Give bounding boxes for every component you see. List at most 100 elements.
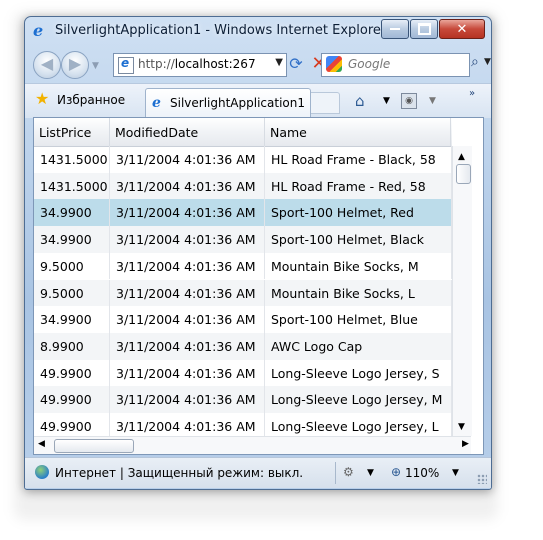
cell-modifieddate[interactable]: 3/11/2004 4:01:36 AM [110, 252, 265, 280]
address-dropdown-icon[interactable]: ▼ [275, 57, 283, 68]
resize-grip[interactable] [477, 474, 487, 484]
cell-name[interactable]: HL Road Frame - Red, 58 [265, 172, 452, 200]
data-grid[interactable]: ListPrice ModifiedDate Name 1431.5000 3/1… [34, 118, 452, 438]
tab-label: SilverlightApplication1 [170, 96, 305, 110]
table-row[interactable]: 9.5000 3/11/2004 4:01:36 AM Mountain Bike … [34, 279, 452, 307]
close-icon: ✕ [456, 21, 468, 37]
cell-listprice[interactable]: 34.9900 [34, 226, 110, 253]
search-dropdown-icon[interactable]: ▼ [484, 57, 491, 67]
cell-name[interactable]: Long-Sleeve Logo Jersey, S [265, 359, 452, 387]
table-row[interactable]: 49.9900 3/11/2004 4:01:36 AM Long-Sleeve L… [34, 359, 452, 387]
cell-name[interactable]: Mountain Bike Socks, L [265, 279, 452, 307]
cell-listprice[interactable]: 34.9900 [34, 306, 110, 333]
cell-modifieddate[interactable]: 3/11/2004 4:01:36 AM [110, 279, 265, 307]
table-row[interactable]: 34.9900 3/11/2004 4:01:36 AM Sport-100 Hel… [34, 226, 452, 253]
feeds-icon[interactable]: ◉ [401, 93, 417, 109]
minimize-button[interactable] [381, 19, 409, 39]
cell-name[interactable]: Sport-100 Helmet, Red [265, 199, 452, 227]
scroll-down-icon[interactable]: ▼ [458, 422, 465, 432]
status-separator [335, 462, 336, 484]
cell-modifieddate[interactable]: 3/11/2004 4:01:36 AM [110, 413, 265, 438]
address-text[interactable]: http://localhost:267 [138, 57, 256, 71]
cell-name[interactable]: Sport-100 Helmet, Blue [265, 306, 452, 333]
cell-modifieddate[interactable]: 3/11/2004 4:01:36 AM [110, 146, 265, 173]
forward-button[interactable]: ▶ [61, 51, 89, 79]
browser-window: e SilverlightApplication1 - Windows Inte… [24, 16, 492, 490]
security-dropdown-icon[interactable]: ▼ [367, 468, 374, 478]
table-row[interactable]: 9.5000 3/11/2004 4:01:36 AM Mountain Bike … [34, 252, 452, 280]
security-icon[interactable]: ⚙ [343, 465, 354, 479]
feeds-dropdown-icon[interactable]: ▼ [429, 96, 436, 106]
history-dropdown-icon[interactable]: ▼ [92, 61, 99, 71]
cell-modifieddate[interactable]: 3/11/2004 4:01:36 AM [110, 332, 265, 360]
back-button[interactable]: ◀ [33, 51, 61, 79]
home-icon[interactable]: ⌂ [355, 92, 365, 110]
zoom-level[interactable]: 110% [405, 466, 439, 480]
table-row[interactable]: 34.9900 3/11/2004 4:01:36 AM Sport-100 Hel… [34, 199, 452, 227]
cell-modifieddate[interactable]: 3/11/2004 4:01:36 AM [110, 386, 265, 413]
back-arrow-icon: ◀ [40, 54, 54, 73]
cell-name[interactable]: Mountain Bike Socks, M [265, 252, 452, 280]
more-tools-chevron-icon[interactable]: » [469, 88, 475, 99]
cell-listprice[interactable]: 8.9900 [34, 332, 110, 360]
vertical-scrollbar[interactable]: ▲ ▼ [452, 146, 472, 436]
table-row[interactable]: 49.9900 3/11/2004 4:01:36 AM Long-Sleeve L… [34, 413, 452, 438]
cell-listprice[interactable]: 49.9900 [34, 386, 110, 413]
column-header-listprice[interactable]: ListPrice [34, 118, 110, 146]
cell-modifieddate[interactable]: 3/11/2004 4:01:36 AM [110, 172, 265, 200]
maximize-button[interactable] [410, 19, 438, 39]
cell-listprice[interactable]: 1431.5000 [34, 172, 110, 200]
cell-modifieddate[interactable]: 3/11/2004 4:01:36 AM [110, 226, 265, 253]
table-row[interactable]: 49.9900 3/11/2004 4:01:36 AM Long-Sleeve L… [34, 386, 452, 413]
title-bar[interactable]: e SilverlightApplication1 - Windows Inte… [25, 17, 491, 45]
refresh-icon[interactable]: ⟳ [287, 55, 305, 73]
vertical-scroll-thumb[interactable] [456, 164, 471, 184]
address-host: localhost:267 [174, 57, 256, 71]
page-icon [118, 56, 134, 74]
favorites-star-icon[interactable]: ★ [35, 91, 49, 107]
search-box[interactable]: Google [321, 53, 470, 77]
horizontal-scrollbar[interactable]: ◀ ▶ [34, 436, 471, 454]
table-row[interactable]: 1431.5000 3/11/2004 4:01:36 AM HL Road Fra… [34, 146, 452, 173]
column-header-name[interactable]: Name [265, 118, 451, 146]
silverlight-content: ListPrice ModifiedDate Name 1431.5000 3/1… [33, 117, 484, 455]
cell-modifieddate[interactable]: 3/11/2004 4:01:36 AM [110, 359, 265, 387]
zoom-icon[interactable]: ⊕ [391, 465, 401, 479]
grid-header: ListPrice ModifiedDate Name [34, 118, 452, 147]
cell-listprice[interactable]: 49.9900 [34, 359, 110, 387]
scroll-right-icon[interactable]: ▶ [462, 439, 469, 449]
maximize-icon [417, 23, 431, 35]
cell-modifieddate[interactable]: 3/11/2004 4:01:36 AM [110, 199, 265, 227]
tab-ie-icon: e [152, 95, 161, 111]
cell-listprice[interactable]: 9.5000 [34, 279, 110, 307]
cell-name[interactable]: HL Road Frame - Black, 58 [265, 146, 452, 173]
search-icon[interactable]: ⌕ [471, 54, 479, 70]
cell-name[interactable]: Long-Sleeve Logo Jersey, L [265, 413, 452, 438]
cell-listprice[interactable]: 1431.5000 [34, 146, 110, 173]
favorites-button[interactable]: Избранное [57, 93, 125, 107]
cell-listprice[interactable]: 49.9900 [34, 413, 110, 438]
search-placeholder: Google [348, 57, 391, 71]
zoom-dropdown-icon[interactable]: ▼ [452, 468, 459, 478]
tab-silverlightapplication1[interactable]: e SilverlightApplication1 [145, 88, 311, 117]
table-row[interactable]: 1431.5000 3/11/2004 4:01:36 AM HL Road Fra… [34, 172, 452, 200]
scroll-left-icon[interactable]: ◀ [38, 439, 45, 449]
address-bar[interactable]: http://localhost:267 ▼ [113, 53, 287, 77]
cell-name[interactable]: AWC Logo Cap [265, 332, 452, 360]
scroll-up-icon[interactable]: ▲ [458, 152, 465, 162]
column-header-modifieddate[interactable]: ModifiedDate [110, 118, 265, 146]
new-tab-button[interactable] [311, 92, 340, 114]
cell-modifieddate[interactable]: 3/11/2004 4:01:36 AM [110, 306, 265, 333]
close-button[interactable]: ✕ [439, 19, 485, 39]
cell-listprice[interactable]: 9.5000 [34, 252, 110, 280]
cell-listprice[interactable]: 34.9900 [34, 199, 110, 227]
internet-zone-icon [35, 465, 49, 479]
google-logo-icon [326, 56, 342, 72]
cell-name[interactable]: Long-Sleeve Logo Jersey, M [265, 386, 452, 413]
home-dropdown-icon[interactable]: ▼ [383, 96, 390, 106]
cell-name[interactable]: Sport-100 Helmet, Black [265, 226, 452, 253]
table-row[interactable]: 8.9900 3/11/2004 4:01:36 AM AWC Logo Cap [34, 332, 452, 360]
horizontal-scroll-thumb[interactable] [54, 439, 134, 453]
forward-arrow-icon: ▶ [68, 54, 82, 73]
table-row[interactable]: 34.9900 3/11/2004 4:01:36 AM Sport-100 Hel… [34, 306, 452, 333]
